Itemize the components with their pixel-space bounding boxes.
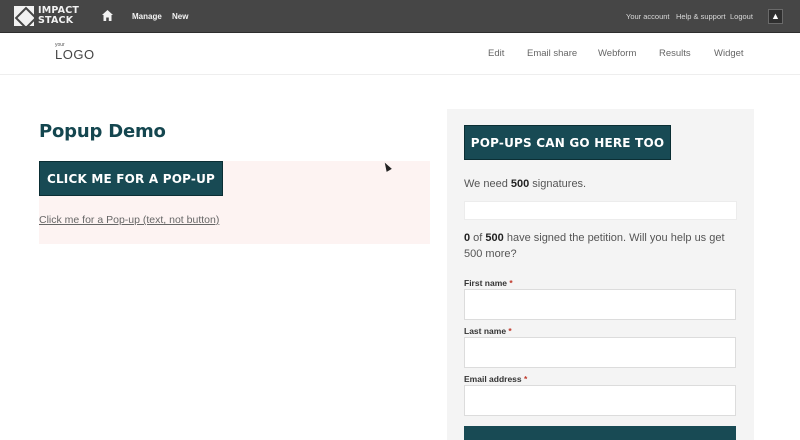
tab-email-share[interactable]: Email share	[527, 48, 577, 59]
required-marker: *	[508, 326, 512, 336]
logo-text: LOGO	[55, 47, 95, 62]
signed-count-text: 0 of 500 have signed the petition. Will …	[464, 230, 744, 262]
signed-of: of	[470, 232, 486, 244]
need-prefix: We need	[464, 178, 511, 190]
first-name-label: First name *	[464, 278, 513, 288]
required-marker: *	[509, 278, 513, 288]
signed-suffix: have signed the petition. Will you help …	[464, 232, 725, 260]
signature-goal-text: We need 500 signatures.	[464, 178, 586, 190]
tab-webform[interactable]: Webform	[598, 48, 636, 59]
nav-new[interactable]: New	[172, 12, 188, 21]
signed-goal: 500	[485, 232, 504, 244]
goal-number: 500	[510, 178, 530, 190]
brand-mark-icon	[14, 6, 34, 26]
last-name-label: Last name *	[464, 326, 512, 336]
home-icon[interactable]	[101, 9, 114, 22]
email-label-text: Email address	[464, 374, 522, 384]
popup-button[interactable]: CLICK ME FOR A POP-UP	[39, 161, 223, 196]
panel-popup-button[interactable]: POP-UPS CAN GO HERE TOO	[464, 125, 671, 160]
last-name-label-text: Last name	[464, 326, 507, 336]
brand-logo[interactable]: IMPACT STACK	[14, 5, 79, 27]
help-support-link[interactable]: Help & support	[676, 12, 726, 21]
email-label: Email address *	[464, 374, 527, 384]
tab-edit[interactable]: Edit	[488, 48, 504, 59]
site-logo[interactable]: your LOGO	[55, 42, 95, 64]
nav-manage[interactable]: Manage	[132, 12, 162, 21]
first-name-field[interactable]	[464, 289, 736, 320]
need-suffix: signatures.	[529, 178, 587, 190]
tab-results[interactable]: Results	[659, 48, 691, 59]
arrow-up-icon: ▲	[771, 11, 780, 21]
admin-bar: IMPACT STACK Manage New Your account Hel…	[0, 0, 800, 33]
tab-widget[interactable]: Widget	[714, 48, 744, 59]
logout-link[interactable]: Logout	[730, 12, 753, 21]
brand-name: IMPACT STACK	[38, 5, 80, 26]
popup-text-link[interactable]: Click me for a Pop-up (text, not button)	[39, 214, 219, 226]
your-account-link[interactable]: Your account	[626, 12, 670, 21]
last-name-field[interactable]	[464, 337, 736, 368]
required-marker: *	[524, 374, 528, 384]
logo-small-text: your	[55, 42, 65, 48]
page-title: Popup Demo	[39, 121, 166, 142]
scroll-up-button[interactable]: ▲	[768, 9, 783, 24]
submit-button[interactable]	[464, 426, 736, 440]
first-name-label-text: First name	[464, 278, 507, 288]
email-field[interactable]	[464, 385, 736, 416]
signature-progress-bar	[464, 201, 737, 220]
